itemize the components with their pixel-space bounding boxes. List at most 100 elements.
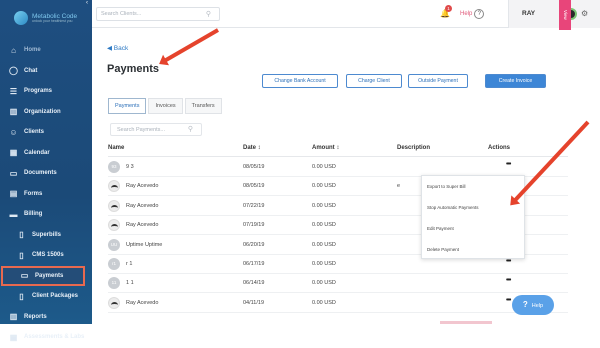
column-name[interactable]: Name [108,145,124,151]
documents-icon: ▭ [9,168,18,178]
avatar [108,180,120,193]
row-amount: 0.00 USD [312,241,336,248]
row-name[interactable]: Ray Acevedo [126,300,158,306]
help-link[interactable]: Help? [460,9,485,19]
sidebar-item-organization[interactable]: ▥ Organization [0,102,92,123]
row-amount: 0.00 USD [312,183,336,190]
row-name[interactable]: Ray Acevedo [126,183,158,189]
avatar: 93 [108,161,120,173]
row-date: 06/17/19 [243,261,265,267]
avatar: 11 [108,277,120,290]
row-actions-menu-icon[interactable]: ••• [506,297,511,304]
clients-icon: ☺ [9,127,18,137]
calendar-icon: ▦ [9,148,18,158]
sidebar-item-calendar[interactable]: ▦ Calendar [0,143,92,164]
sidebar-item-superbills[interactable]: ▯ Superbills [0,225,92,246]
row-name[interactable]: r 1 [126,261,132,267]
sidebar-item-programs[interactable]: ☰ Programs [0,81,92,102]
brand-logo[interactable]: Metabolic Code unlock your healthiest you [14,8,84,28]
tab-invoices[interactable]: Invoices [148,98,183,114]
reports-icon: ▥ [9,312,18,322]
sidebar-item-home[interactable]: ⌂ Home [0,40,92,61]
column-date[interactable]: Date ↕ [243,145,261,151]
billing-icon: ▬ [9,209,18,219]
packages-icon: ▯ [19,291,24,301]
home-icon: ⌂ [11,45,16,55]
search-icon: ⚲ [187,126,193,133]
export-to-super-bill-item[interactable]: Export to Super Bill [422,176,524,197]
row-date: 06/14/19 [243,280,265,287]
sidebar-item-documents[interactable]: ▭ Documents [0,163,92,184]
avatar: UU [108,238,120,251]
column-amount[interactable]: Amount ↕ [312,145,339,151]
avatar [108,199,120,212]
avatar: r1 [108,258,120,270]
charge-client-button[interactable]: Charge Client [346,74,402,88]
sidebar-nav: ⌂ Home ◯ Chat ☰ Programs ▥ Organization ☺ Cli… [0,40,92,348]
row-date: 08/05/19 [243,164,265,170]
client-search-input[interactable]: Search Clients... ⚲ [96,7,220,21]
avatar [108,296,120,309]
user-area: RAY ⚙ [508,0,600,28]
tab-transfers[interactable]: Transfers [184,98,222,114]
outside-payment-button[interactable]: Outside Payment [408,74,468,88]
delete-payment-item[interactable]: Delete Payment [422,239,524,260]
search-icon: ⚲ [205,11,211,18]
table-header: Name Date ↕ Amount ↕ Description Actions [108,145,568,157]
table-row[interactable]: 11 1 1 06/14/19 0.00 USD ••• [108,274,568,294]
chat-icon: ◯ [9,66,18,76]
row-actions-menu-icon[interactable]: ••• [506,277,511,284]
row-name[interactable]: Ray Acevedo [126,222,158,228]
page-title: Payments [107,63,159,75]
payments-icon: ▭ [20,271,29,281]
row-date: 04/11/19 [243,299,265,306]
sidebar-item-payments[interactable]: ▭ Payments [1,265,85,286]
actions-dropdown-menu: Export to Super Bill Stop Automatic Paym… [421,175,525,259]
create-invoice-button[interactable]: Create Invoice [485,74,546,88]
change-bank-account-button[interactable]: Change Bank Account [262,74,338,88]
row-name[interactable]: Uptime Uptime [126,242,162,248]
row-name[interactable]: Ray Acevedo [126,203,158,209]
row-date: 08/05/19 [243,183,265,190]
help-chat-button[interactable]: ? Help [512,295,554,315]
row-name[interactable]: 1 1 [126,280,134,286]
row-name[interactable]: 9 3 [126,164,134,170]
sidebar-item-chat[interactable]: ◯ Chat [0,61,92,82]
row-actions-menu-icon[interactable]: ••• [506,161,511,168]
notification-badge: 1 [445,5,452,12]
sidebar-item-assessments[interactable]: ▦ Assessments & Labs [0,327,92,348]
sidebar: Metabolic Code unlock your healthiest you… [0,0,92,342]
help-icon: ? [522,300,528,309]
user-name[interactable]: RAY [522,10,535,17]
row-description: e [397,183,401,190]
help-icon: ? [474,9,485,19]
sidebar-item-cms-1500s[interactable]: ▯ CMS 1500s [0,245,92,266]
payment-tabs: Payments Invoices Transfers [108,98,222,114]
notifications-icon[interactable]: 🔔 1 [440,5,452,18]
sidebar-item-forms[interactable]: ▤ Forms [0,184,92,205]
row-amount: 0.00 USD [312,261,336,267]
tab-payments[interactable]: Payments [108,98,147,114]
gear-icon[interactable]: ⚙ [581,9,588,18]
table-row[interactable]: Ray Acevedo 04/11/19 0.00 USD ••• [108,294,568,313]
sidebar-item-billing[interactable]: ▬ Billing [0,204,92,225]
back-link[interactable]: ◀ Back [107,44,128,52]
view-tab[interactable]: View [559,0,571,30]
column-actions: Actions [488,145,511,151]
row-date: 07/19/19 [243,222,265,229]
row-amount: 0.00 USD [312,202,336,209]
programs-icon: ☰ [9,86,18,96]
brand-tagline: unlock your healthiest you [32,18,73,23]
row-date: 07/22/19 [243,202,265,209]
forms-icon: ▤ [9,189,18,199]
top-bar: Search Clients... ⚲ 🔔 1 Help? RAY ⚙ [92,0,600,28]
edit-payment-item[interactable]: Edit Payment [422,218,524,239]
sidebar-item-client-packages[interactable]: ▯ Client Packages [0,286,92,307]
payment-search-input[interactable]: Search Payments... ⚲ [110,123,202,136]
row-amount: 0.00 USD [312,222,336,229]
sidebar-item-clients[interactable]: ☺ Clients [0,122,92,143]
superbills-icon: ▯ [19,230,24,240]
row-amount: 0.00 USD [312,299,336,306]
row-amount: 0.00 USD [312,164,336,170]
assessments-icon: ▦ [9,332,18,342]
